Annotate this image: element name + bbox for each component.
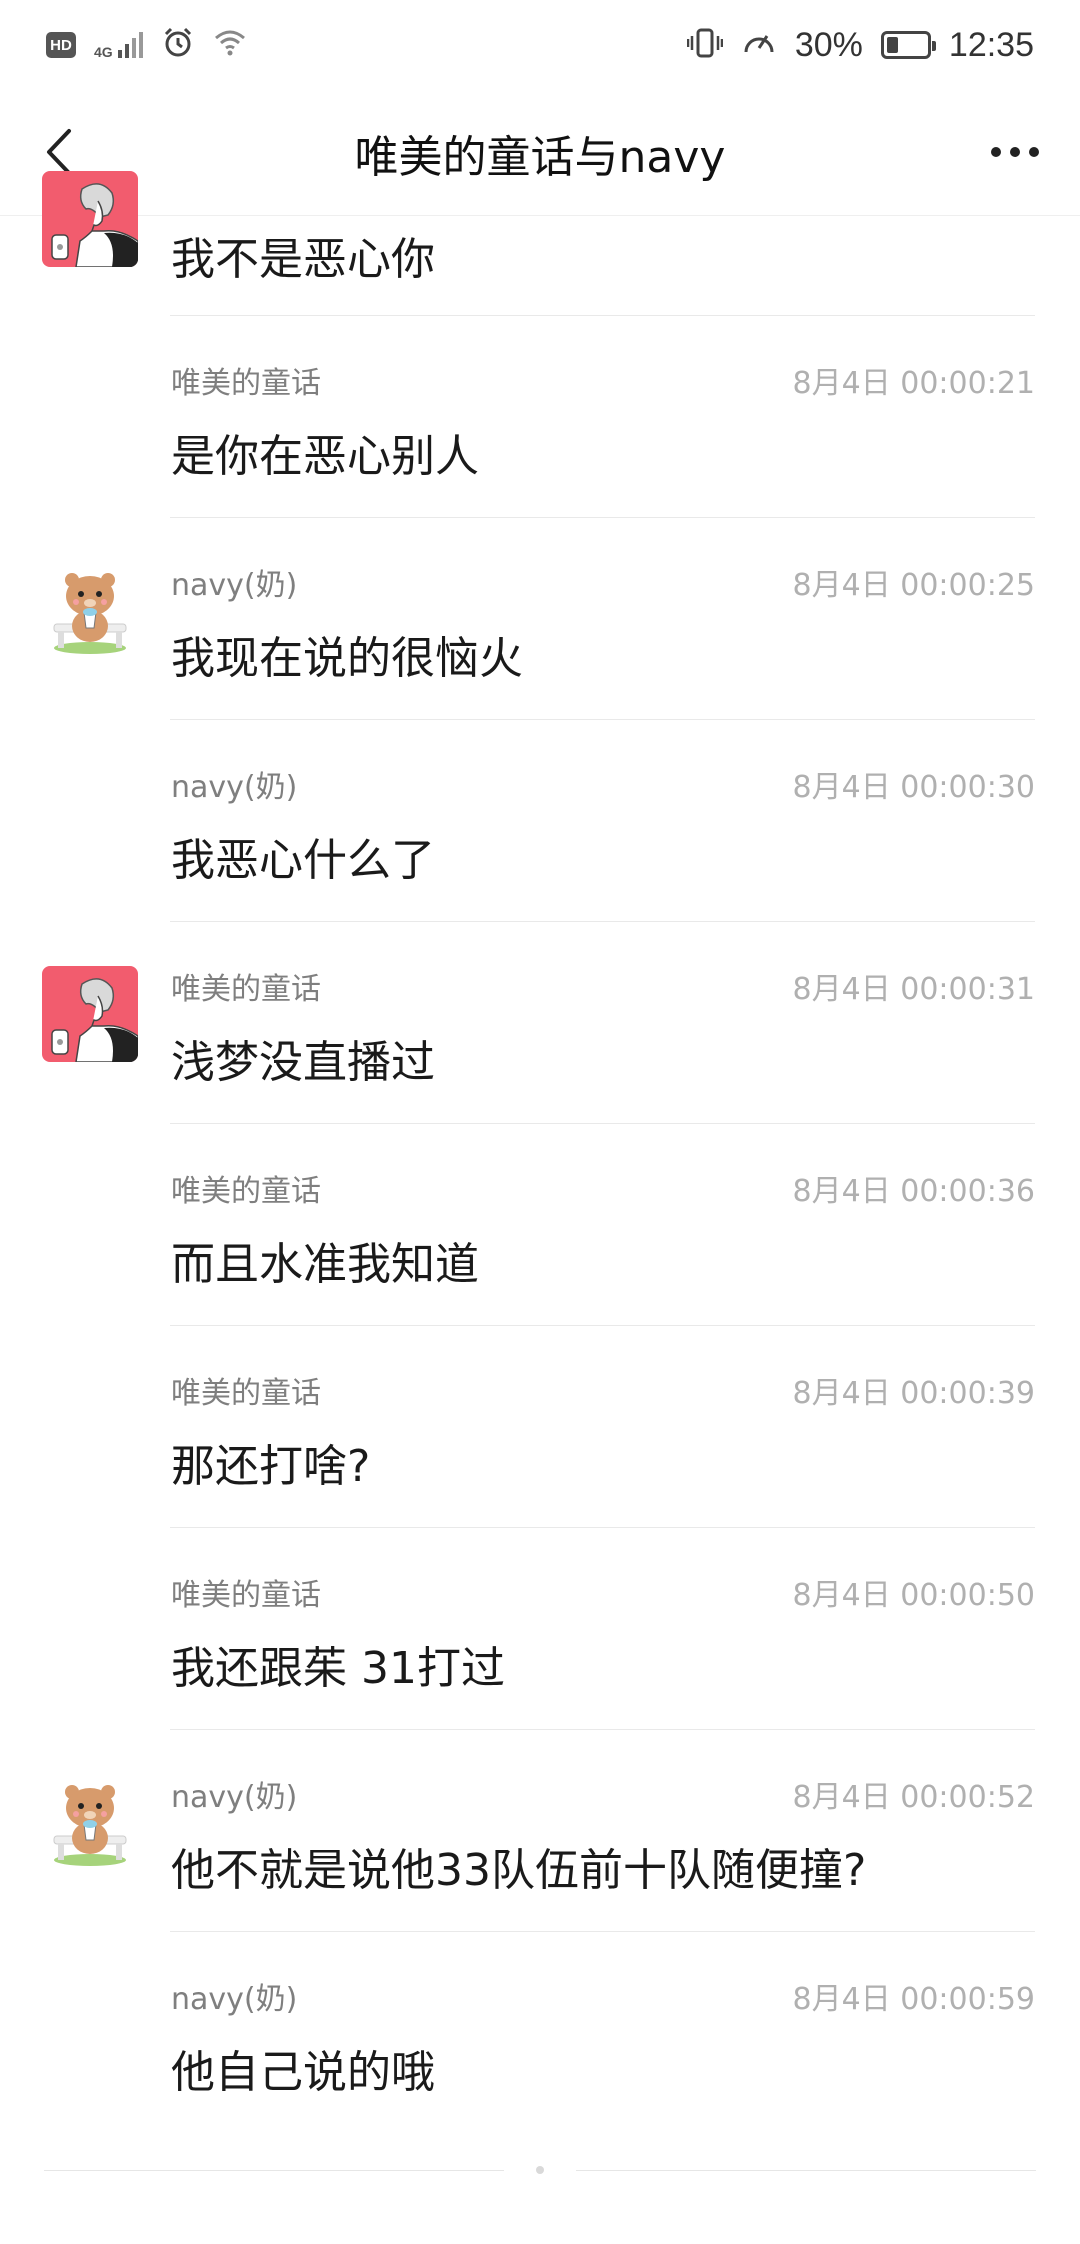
clock: 12:35	[948, 25, 1034, 64]
divider	[576, 2169, 1036, 2171]
hd-badge: HD	[46, 32, 76, 58]
sender-name: navy(奶)	[171, 1780, 298, 1815]
message-content: 我现在说的很恼火	[171, 633, 523, 684]
avatar-bear[interactable]	[42, 1774, 138, 1870]
message-content: 我不是恶心你	[171, 234, 435, 285]
message-time: 8月4日 00:00:39	[792, 1376, 1035, 1411]
list-end-indicator	[44, 2166, 1036, 2174]
page-title: 唯美的童话与navy	[354, 131, 726, 183]
signal-icon: 4G	[94, 32, 143, 60]
sender-name: 唯美的童话	[171, 972, 321, 1007]
message-item[interactable]: 唯美的童话 8月4日 00:00:50 我还跟茱 31打过	[0, 1528, 1080, 1730]
vibrate-icon	[686, 26, 724, 65]
message-time: 8月4日 00:00:31	[792, 972, 1035, 1007]
message-content: 我还跟茱 31打过	[171, 1643, 505, 1694]
message-item[interactable]: navy(奶) 8月4日 00:00:30 我恶心什么了	[0, 720, 1080, 922]
message-time: 8月4日 00:00:50	[792, 1578, 1035, 1613]
message-content: 他不就是说他33队伍前十队随便撞?	[171, 1845, 867, 1896]
message-item[interactable]: 唯美的童话 8月4日 00:00:39 那还打啥?	[0, 1326, 1080, 1528]
title-bar: 唯美的童话与navy	[0, 90, 1080, 216]
status-left: HD 4G	[46, 26, 247, 65]
message-time: 8月4日 00:00:21	[792, 366, 1035, 401]
more-dot-icon	[991, 147, 1001, 157]
message-item[interactable]: 唯美的童话 8月4日 00:00:21 是你在恶心别人	[0, 316, 1080, 518]
battery-percent: 30%	[794, 25, 863, 64]
status-right: 30% 12:35	[686, 25, 1034, 65]
message-time: 8月4日 00:00:36	[792, 1174, 1035, 1209]
alarm-icon	[161, 26, 195, 65]
divider	[44, 2169, 504, 2171]
sender-name: 唯美的童话	[171, 1174, 321, 1209]
page-dot-icon	[536, 2166, 544, 2174]
message-item[interactable]: 唯美的童话 8月4日 00:00:31 浅梦没直播过	[0, 922, 1080, 1124]
wifi-icon	[213, 28, 247, 63]
network-label: 4G	[94, 44, 113, 60]
status-bar: HD 4G 30% 12:35	[0, 0, 1080, 90]
message-content: 浅梦没直播过	[171, 1037, 435, 1088]
message-list[interactable]: 我不是恶心你 唯美的童话 8月4日 00:00:21 是你在恶心别人 navy(…	[0, 171, 1080, 2134]
avatar-bear[interactable]	[42, 562, 138, 658]
message-time: 8月4日 00:00:52	[792, 1780, 1035, 1815]
message-content: 我恶心什么了	[171, 835, 435, 886]
avatar-girl[interactable]	[42, 171, 138, 267]
message-time: 8月4日 00:00:59	[792, 1982, 1035, 2017]
sender-name: 唯美的童话	[171, 1376, 321, 1411]
message-content: 是你在恶心别人	[171, 431, 479, 482]
message-content: 而且水准我知道	[171, 1239, 479, 1290]
message-item[interactable]: 我不是恶心你	[0, 171, 1080, 316]
speed-icon	[741, 26, 777, 65]
sender-name: navy(奶)	[171, 770, 298, 805]
message-item[interactable]: navy(奶) 8月4日 00:00:52 他不就是说他33队伍前十队随便撞?	[0, 1730, 1080, 1932]
more-options-button[interactable]	[970, 120, 1060, 184]
message-item[interactable]: navy(奶) 8月4日 00:00:59 他自己说的哦	[0, 1932, 1080, 2134]
message-time: 8月4日 00:00:25	[792, 568, 1035, 603]
battery-icon	[880, 31, 936, 59]
sender-name: navy(奶)	[171, 1982, 298, 2017]
more-dot-icon	[1029, 147, 1039, 157]
sender-name: 唯美的童话	[171, 1578, 321, 1613]
avatar-girl[interactable]	[42, 966, 138, 1062]
message-content: 他自己说的哦	[171, 2047, 435, 2098]
sender-name: navy(奶)	[171, 568, 298, 603]
more-dot-icon	[1010, 147, 1020, 157]
battery-fill	[886, 37, 899, 53]
message-content: 那还打啥?	[171, 1441, 371, 1492]
sender-name: 唯美的童话	[171, 366, 321, 401]
message-item[interactable]: 唯美的童话 8月4日 00:00:36 而且水准我知道	[0, 1124, 1080, 1326]
message-item[interactable]: navy(奶) 8月4日 00:00:25 我现在说的很恼火	[0, 518, 1080, 720]
message-time: 8月4日 00:00:30	[792, 770, 1035, 805]
chevron-left-icon	[47, 129, 71, 175]
